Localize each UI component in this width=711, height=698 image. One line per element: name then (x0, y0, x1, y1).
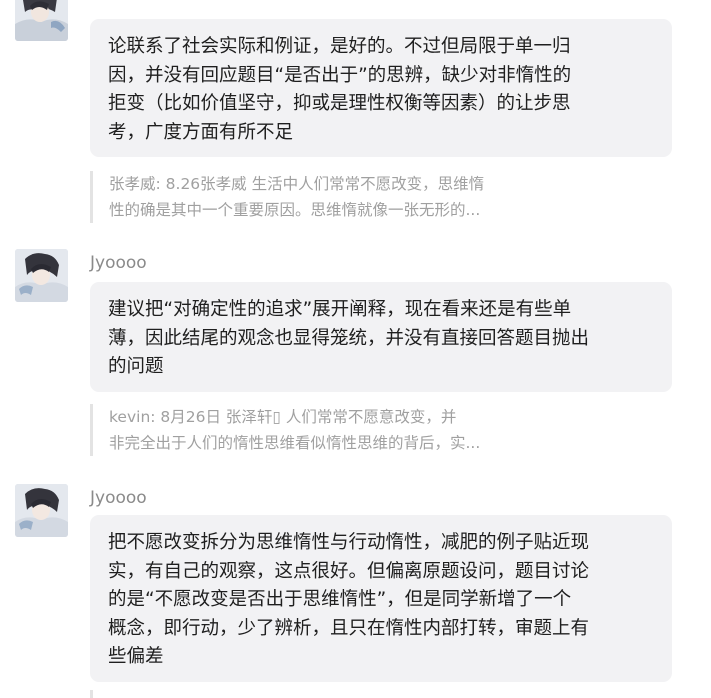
comment-text-line: 因，并没有回应题目“是否出于”的思辨，缺少对非惰性的 (108, 64, 572, 86)
comment-bubble: 建议把“对确定性的追求”展开阐释，现在看来还是有些单 薄，因此结尾的观念也显得笼… (90, 282, 672, 392)
comment-text-line: 把不愿改变拆分为思维惰性与行动惰性，减肥的例子贴近现 (108, 532, 590, 553)
user-avatar-icon (15, 249, 68, 302)
username[interactable]: Jyoooo (90, 253, 147, 273)
comment-text-line: 论联系了社会实际和例证，是好的。不过但局限于单一归 (108, 36, 571, 57)
quoted-reply[interactable]: 张孝威: 8.26张孝威 生活中人们常常不愿改变，思维惰 性的确是其中一个重要原… (90, 171, 569, 223)
quoted-reply-line: 性的确是其中一个重要原因。思维惰就像一张无形的... (109, 201, 481, 219)
quoted-reply[interactable]: kevin: 8月26日 张泽轩▯ 人们常常不愿意改变，并 非完全出于人们的惰性… (90, 404, 569, 456)
user-avatar-icon (15, 0, 68, 41)
avatar[interactable] (15, 0, 68, 41)
comment-text-line: 考，广度方面有所不足 (108, 121, 294, 143)
comment-text-line: 建议把“对确定性的追求”展开阐释，现在看来还是有些单 (108, 299, 572, 320)
avatar[interactable] (15, 249, 68, 302)
comment-bubble: 论联系了社会实际和例证，是好的。不过但局限于单一归 因，并没有回应题目“是否出于… (90, 19, 672, 157)
comment-text-line: 拒变（比如价值坚守，抑或是理性权衡等因素）的让步思 (108, 93, 571, 114)
quoted-reply-bar (90, 690, 93, 698)
comment-text-line: 的问题 (108, 356, 164, 377)
quoted-reply-line: 张孝威: 8.26张孝威 生活中人们常常不愿改变，思维惰 (109, 175, 485, 193)
comment-text-line: 薄，因此结尾的观念也显得笼统，并没有直接回答题目抛出 (108, 327, 590, 349)
comment-text-line: 些偏差 (108, 646, 164, 667)
comment-text-line: 概念，即行动，少了辨析，且只在惰性内部打转，审题上有 (108, 617, 590, 639)
user-avatar-icon (15, 484, 68, 537)
username[interactable]: Jyoooo (90, 488, 147, 508)
comment-bubble: 把不愿改变拆分为思维惰性与行动惰性，减肥的例子贴近现 实，有自己的观察，这点很好… (90, 515, 672, 682)
comment-text-line: 的是“不愿改变是否出于思维惰性”，但是同学新增了一个 (108, 589, 572, 610)
comment-text-line: 实，有自己的观察，这点很好。但偏离原题设问，题目讨论 (108, 560, 590, 582)
quoted-reply-line: 非完全出于人们的惰性思维看似惰性思维的背后，实... (109, 434, 481, 452)
quoted-reply-line: kevin: 8月26日 张泽轩▯ 人们常常不愿意改变，并 (109, 408, 457, 426)
avatar[interactable] (15, 484, 68, 537)
